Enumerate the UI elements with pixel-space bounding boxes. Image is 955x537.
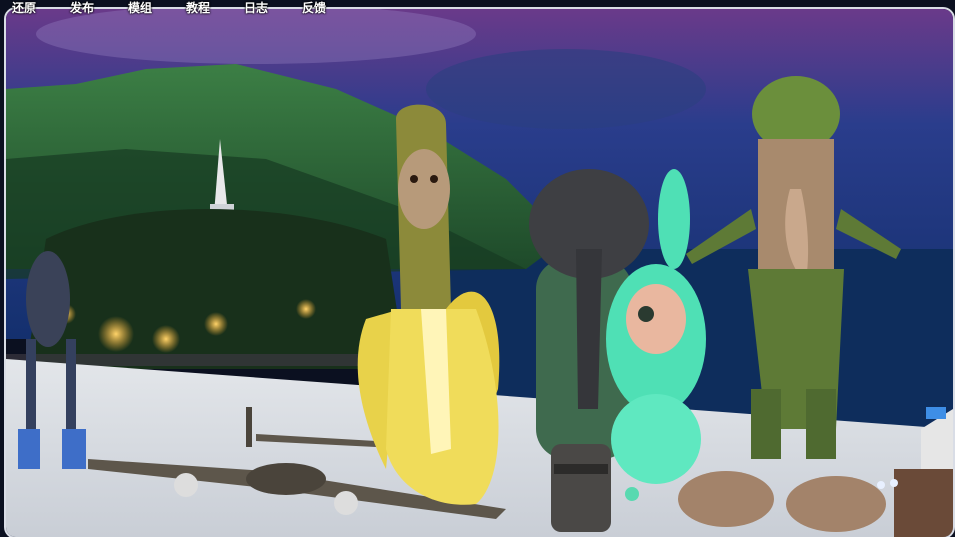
town-light (296, 299, 316, 319)
menu-publish[interactable]: 发布 (58, 0, 116, 18)
menu-feedback[interactable]: 反馈 (290, 0, 348, 18)
menu-modules[interactable]: 模组 (116, 0, 174, 18)
scene-render (6, 9, 953, 537)
town-light (204, 312, 228, 336)
menu-restore[interactable]: 还原 (0, 0, 58, 18)
menu-log[interactable]: 日志 (232, 0, 290, 18)
town-hill (26, 209, 406, 369)
game-viewport[interactable] (4, 7, 955, 537)
town-light (98, 316, 134, 352)
town-light (152, 325, 180, 353)
cloud (426, 49, 706, 129)
top-menu-bar: 还原 发布 模组 教程 日志 反馈 (0, 0, 955, 18)
menu-tutorial[interactable]: 教程 (174, 0, 232, 18)
